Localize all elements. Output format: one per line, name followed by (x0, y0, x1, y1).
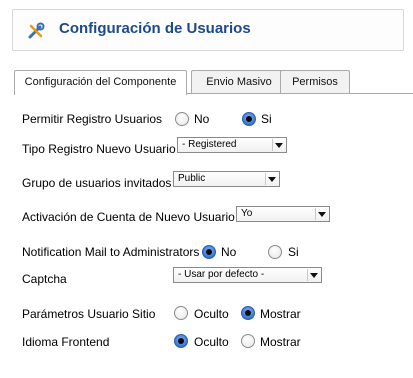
guest-group-label: Grupo de usuarios invitados (22, 176, 172, 190)
page-title: Configuración de Usuarios (59, 20, 251, 37)
chevron-down-icon (265, 173, 277, 185)
allow-registration-si-radio[interactable] (242, 112, 256, 126)
new-user-type-label: Tipo Registro Nuevo Usuario (22, 142, 176, 156)
allow-registration-si-label: Si (261, 112, 272, 126)
captcha-label: Captcha (22, 272, 67, 286)
tab-permissions[interactable]: Permisos (280, 70, 350, 94)
frontend-language-mostrar-label: Mostrar (260, 335, 301, 349)
frontend-language-oculto-radio[interactable] (174, 334, 188, 348)
account-activation-value: Yo (241, 208, 253, 219)
tools-icon (28, 22, 45, 39)
site-user-params-mostrar-label: Mostrar (260, 307, 301, 321)
captcha-select[interactable]: - Usar por defecto - (173, 267, 322, 283)
page-header: Configuración de Usuarios (12, 9, 404, 51)
site-user-params-label: Parámetros Usuario Sitio (22, 307, 156, 321)
notification-mail-no-label: No (221, 245, 237, 259)
captcha-value: - Usar por defecto - (178, 269, 265, 280)
site-user-params-oculto-label: Oculto (194, 307, 229, 321)
new-user-type-select[interactable]: - Registered (177, 137, 287, 153)
notification-mail-no-radio[interactable] (202, 245, 216, 259)
chevron-down-icon (272, 139, 284, 151)
account-activation-label: Activación de Cuenta de Nuevo Usuario (22, 210, 235, 224)
allow-registration-no-label: No (194, 112, 210, 126)
notification-mail-si-radio[interactable] (268, 245, 282, 259)
guest-group-select[interactable]: Public (173, 171, 280, 187)
site-user-params-mostrar-radio[interactable] (241, 306, 255, 320)
frontend-language-mostrar-radio[interactable] (241, 334, 255, 348)
tab-component-config[interactable]: Configuración del Componente (14, 70, 187, 95)
account-activation-select[interactable]: Yo (236, 206, 330, 222)
site-user-params-oculto-radio[interactable] (174, 306, 188, 320)
frontend-language-label: Idioma Frontend (22, 335, 110, 349)
new-user-type-value: - Registered (182, 139, 237, 150)
guest-group-value: Public (178, 173, 206, 184)
chevron-down-icon (315, 208, 327, 220)
notification-mail-si-label: Si (288, 245, 299, 259)
frontend-language-oculto-label: Oculto (194, 335, 229, 349)
notification-mail-label: Notification Mail to Administrators (22, 245, 200, 259)
allow-registration-label: Permitir Registro Usuarios (22, 112, 163, 126)
tab-bulk-mail[interactable]: Envio Masivo (191, 70, 287, 94)
chevron-down-icon (307, 269, 319, 281)
allow-registration-no-radio[interactable] (175, 112, 189, 126)
